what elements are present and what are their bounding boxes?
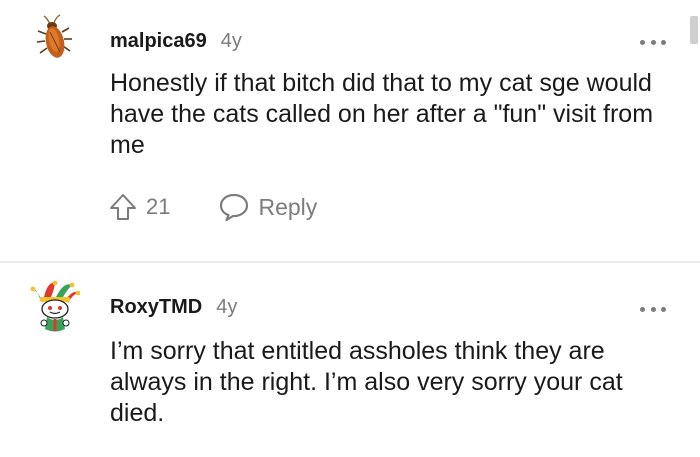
username[interactable]: malpica69	[110, 30, 207, 53]
more-options-icon[interactable]	[640, 34, 666, 50]
reply-button[interactable]: Reply	[218, 192, 317, 222]
username[interactable]: RoxyTMD	[110, 296, 202, 319]
user-avatar[interactable]	[30, 279, 81, 332]
more-options-icon[interactable]	[640, 301, 666, 317]
comment-body: I’m sorry that entitled assholes think t…	[110, 337, 623, 427]
comment: RoxyTMD 4y I’m sorry that entitled assho…	[0, 263, 700, 457]
speech-bubble-icon	[220, 193, 249, 222]
upvote-button[interactable]: 21	[108, 192, 170, 222]
comment-age: 4y	[216, 296, 238, 318]
upvote-arrow-icon	[110, 194, 136, 220]
comment: malpica69 4y Honestly if that bitch did …	[0, 0, 700, 262]
comment-body: Honestly if that bitch did that to my ca…	[110, 69, 654, 159]
comment-meta: malpica69 4y	[110, 30, 242, 53]
comment-meta: RoxyTMD 4y	[110, 296, 237, 319]
comment-age: 4y	[220, 30, 242, 52]
jester-snoo-avatar-icon	[30, 280, 81, 332]
upvote-count: 21	[146, 194, 171, 219]
comment-actions: 21 Reply	[108, 190, 317, 224]
reply-label: Reply	[258, 193, 318, 220]
cockroach-avatar-icon	[36, 14, 72, 58]
user-avatar[interactable]	[30, 14, 80, 64]
